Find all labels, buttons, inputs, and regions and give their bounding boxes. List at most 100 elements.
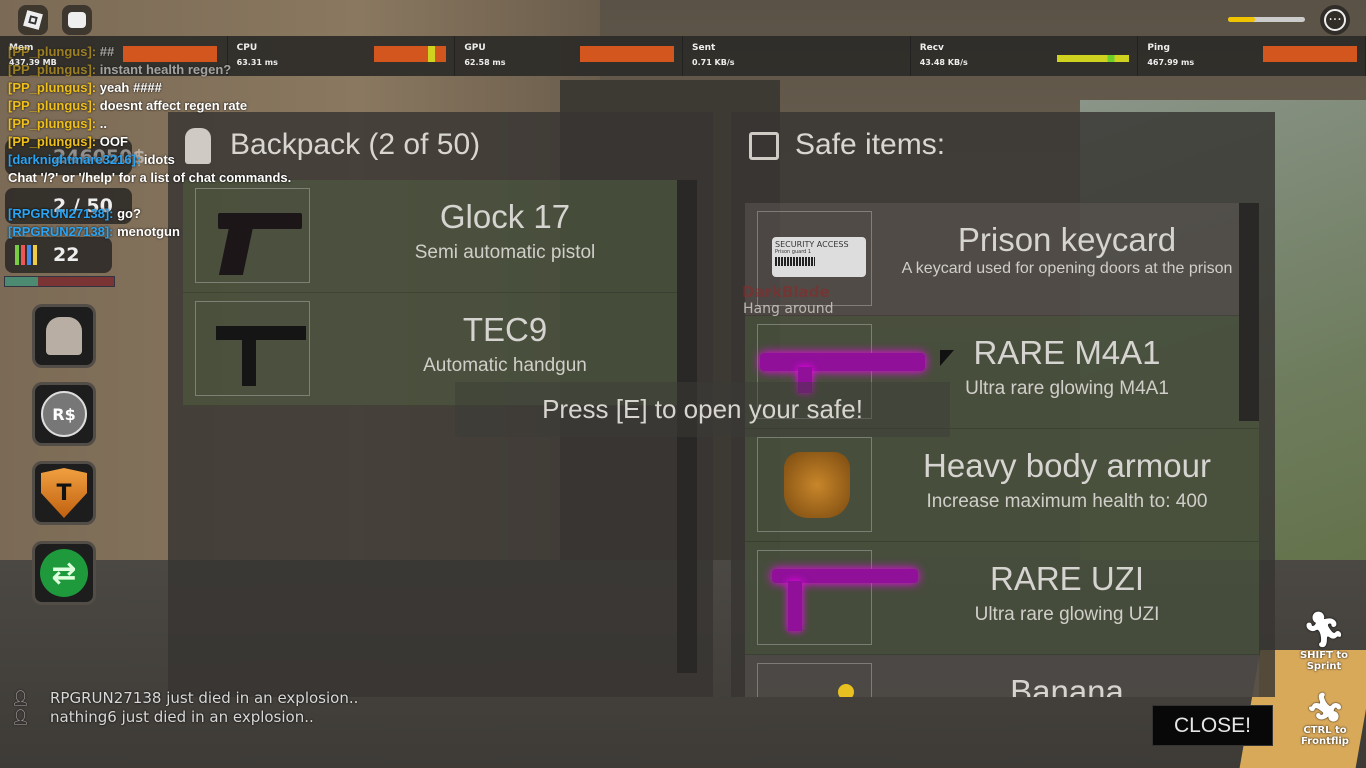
stat-label: Sent (692, 43, 716, 53)
running-icon: 🏃︎ (1302, 610, 1346, 650)
item-description: Automatic handgun (423, 355, 587, 376)
item-name: Glock 17 (439, 198, 571, 235)
roblox-menu-button[interactable] (18, 5, 48, 35)
refresh-icon: ⇄ (40, 549, 88, 597)
safe-scrollbar[interactable] (1239, 203, 1259, 421)
safe-item[interactable]: Heavy body armour Increase maximum healt… (745, 429, 1259, 542)
close-button[interactable]: CLOSE! (1152, 705, 1273, 746)
chat-message: [PP_plungus]: yeah #### (8, 79, 291, 97)
chat-username[interactable]: [RPGRUN27138]: (8, 224, 113, 239)
chat-text: ## (99, 44, 115, 59)
chat-text: yeah #### (99, 80, 162, 95)
stat-label: Ping (1147, 43, 1170, 53)
chat-username[interactable]: [PP_plungus]: (8, 80, 96, 95)
chat-message: [PP_plungus]: OOF (8, 133, 291, 151)
safe-item[interactable]: Banana (745, 655, 1259, 697)
stat-graph (580, 46, 675, 62)
stat-ping: Ping 467.99 ms (1138, 36, 1366, 76)
shield-t-icon: T (41, 468, 87, 518)
chat-toggle-button[interactable] (62, 5, 92, 35)
chat-message: Chat '/?' or '/help' for a list of chat … (8, 169, 291, 187)
chat-text: instant health regen? (99, 62, 232, 77)
signal-bars-icon (15, 245, 37, 265)
hud-health-bar (4, 276, 115, 287)
chat-username[interactable]: [PP_plungus]: (8, 134, 96, 149)
item-description: A keycard used for opening doors at the … (901, 260, 1233, 277)
killfeed-entry: 👤︎ RPGRUN27138 just died in an explosion.… (11, 689, 359, 707)
npc-status: Hang around (743, 301, 834, 317)
level-value: 22 (53, 244, 80, 266)
chat-text: go? (117, 206, 141, 221)
chat-text: Chat '/?' or '/help' for a list of chat … (8, 170, 292, 185)
chat-message: [PP_plungus]: .. (8, 115, 291, 133)
chat-text: idots (143, 152, 175, 167)
chat-message: [RPGRUN27138]: menotgun (8, 223, 291, 241)
chat-text: OOF (99, 134, 128, 149)
item-description: Ultra rare glowing UZI (974, 604, 1160, 625)
robux-icon: R$ (41, 391, 87, 437)
stat-sent: Sent 0.71 KB/s (683, 36, 911, 76)
user-icon: 👤︎ (11, 708, 31, 726)
chat-log: [PP_plungus]: ## [PP_plungus]: instant he… (8, 43, 291, 241)
backpack-button[interactable] (32, 304, 96, 368)
team-button[interactable]: T (32, 461, 96, 525)
chat-username[interactable]: [PP_plungus]: (8, 116, 96, 131)
ellipsis-icon: ··· (1324, 9, 1346, 31)
body-armour-icon (757, 437, 872, 532)
tec9-icon (195, 301, 310, 396)
chat-username[interactable]: [darknightmare3216]: (8, 152, 140, 167)
chat-text: .. (99, 116, 107, 131)
chat-username[interactable]: [PP_plungus]: (8, 62, 96, 77)
sprint-hint-text: SHIFT to Sprint (1299, 650, 1349, 672)
chat-message: [darknightmare3216]: idots (8, 151, 291, 169)
item-name: Banana (1010, 673, 1124, 697)
chat-username[interactable]: [RPGRUN27138]: (8, 206, 113, 221)
item-name: RARE UZI (989, 560, 1144, 597)
safe-item[interactable]: RARE UZI Ultra rare glowing UZI (745, 542, 1259, 655)
chat-text: doesnt affect regen rate (99, 98, 248, 113)
archive-box-icon (749, 132, 779, 160)
stat-label: Recv (919, 43, 944, 53)
killfeed-text: nathing6 just died in an explosion.. (50, 708, 314, 726)
banana-icon (757, 663, 872, 697)
item-name: Heavy body armour (923, 447, 1211, 484)
chat-text: menotgun (117, 224, 180, 239)
chat-bubble-icon (68, 12, 86, 28)
sprint-hint: 🏃︎ SHIFT to Sprint (1282, 610, 1366, 672)
stat-label: GPU (464, 43, 486, 53)
stat-graph (1057, 55, 1130, 62)
npc-name: DarkBlade (742, 283, 830, 301)
stat-graph (1263, 46, 1358, 62)
uzi-icon (757, 550, 918, 645)
backpack-icon (46, 317, 82, 355)
stat-gpu: GPU 62.58 ms (455, 36, 684, 76)
mouse-cursor-icon (940, 350, 954, 366)
more-menu-button[interactable]: ··· (1320, 5, 1350, 35)
robux-shop-button[interactable]: R$ (32, 382, 96, 446)
stat-value: 0.71 KB/s (692, 58, 735, 67)
item-name: TEC9 (462, 311, 548, 348)
keycard-text: SECURITY ACCESS (775, 240, 849, 249)
chat-username[interactable]: [PP_plungus]: (8, 98, 96, 113)
user-icon: 👤︎ (11, 689, 31, 707)
item-description: Semi automatic pistol (414, 242, 596, 263)
frontflip-hint: 🏃︎ CTRL to Frontflip (1280, 685, 1366, 747)
chat-message: [PP_plungus]: ## (8, 43, 291, 61)
stat-graph (374, 46, 447, 62)
chat-message: [RPGRUN27138]: go? (8, 205, 291, 223)
chat-message: [PP_plungus]: doesnt affect regen rate (8, 97, 291, 115)
level-display: 22 (5, 237, 112, 273)
chat-message: [PP_plungus]: instant health regen? (8, 61, 291, 79)
chat-username[interactable]: [PP_plungus]: (8, 44, 96, 59)
killfeed-entry: 👤︎ nathing6 just died in an explosion.. (11, 708, 314, 726)
roblox-logo-icon (23, 10, 43, 30)
killfeed-text: RPGRUN27138 just died in an explosion.. (50, 689, 359, 707)
refresh-button[interactable]: ⇄ (32, 541, 96, 605)
item-name: RARE M4A1 (973, 334, 1161, 371)
safe-list[interactable]: SECURITY ACCESS Prison guard 1 Prison key… (745, 203, 1259, 697)
stat-recv: Recv 43.48 KB/s (911, 36, 1139, 76)
open-safe-prompt: Press [E] to open your safe! (455, 382, 950, 437)
keycard-subtext: Prison guard 1 (775, 249, 812, 255)
item-description: Increase maximum health to: 400 (926, 491, 1208, 512)
safe-title: Safe items: (795, 128, 946, 161)
